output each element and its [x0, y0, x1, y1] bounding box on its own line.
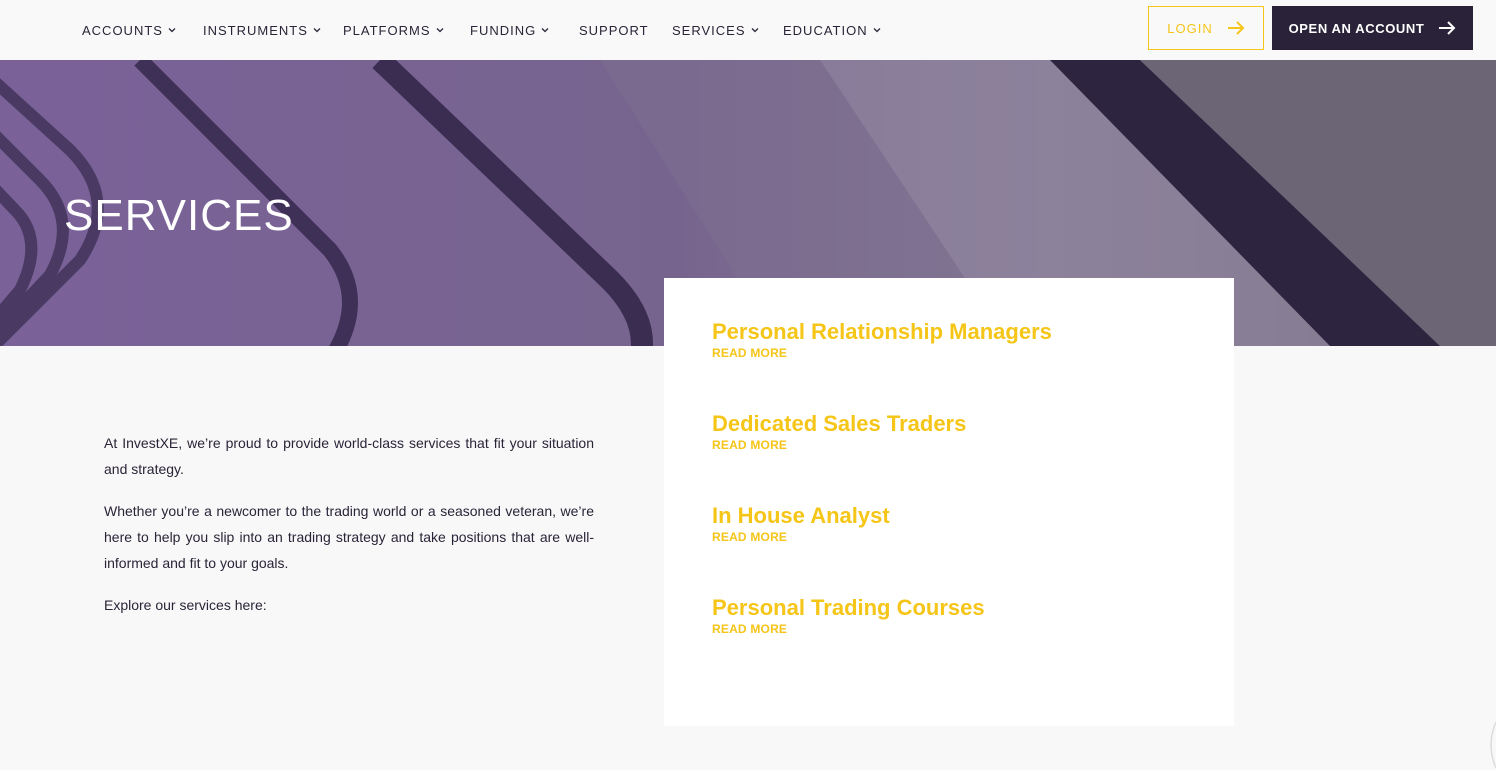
page-title: SERVICES — [64, 191, 294, 240]
service-title-link[interactable]: Personal Relationship Managers — [712, 318, 1052, 346]
read-more-link[interactable]: READ MORE — [712, 438, 966, 452]
service-title-link[interactable]: Dedicated Sales Traders — [712, 410, 966, 438]
nav-item-instruments[interactable]: INSTRUMENTS — [203, 21, 321, 39]
site-header: ACCOUNTS INSTRUMENTS PLATFORMS FUNDING S… — [0, 0, 1496, 60]
nav-item-support[interactable]: SUPPORT — [579, 21, 649, 39]
nav-item-funding[interactable]: FUNDING — [470, 21, 549, 39]
chevron-down-icon — [541, 26, 549, 34]
nav-item-platforms[interactable]: PLATFORMS — [343, 21, 444, 39]
intro-paragraph: Whether you’re a newcomer to the trading… — [104, 503, 594, 571]
open-account-button[interactable]: OPEN AN ACCOUNT — [1272, 6, 1473, 50]
chevron-down-icon — [313, 26, 321, 34]
services-card: Personal Relationship Managers READ MORE… — [664, 278, 1234, 726]
nav-item-label: SUPPORT — [579, 22, 649, 38]
arrow-right-icon — [1227, 21, 1245, 35]
nav-item-label: PLATFORMS — [343, 22, 431, 38]
service-item: Dedicated Sales Traders READ MORE — [712, 410, 966, 452]
nav-item-label: SERVICES — [672, 22, 746, 38]
open-account-label: OPEN AN ACCOUNT — [1288, 20, 1425, 36]
read-more-link[interactable]: READ MORE — [712, 530, 890, 544]
service-item: Personal Relationship Managers READ MORE — [712, 318, 1052, 360]
nav-item-accounts[interactable]: ACCOUNTS — [82, 21, 176, 39]
chevron-down-icon — [168, 26, 176, 34]
login-button[interactable]: LOGIN — [1148, 6, 1264, 50]
login-label: LOGIN — [1167, 20, 1213, 36]
chevron-down-icon — [873, 26, 881, 34]
service-item: Personal Trading Courses READ MORE — [712, 594, 985, 636]
nav-item-label: ACCOUNTS — [82, 22, 163, 38]
chevron-down-icon — [751, 26, 759, 34]
read-more-link[interactable]: READ MORE — [712, 622, 985, 636]
arrow-right-icon — [1438, 21, 1456, 35]
intro-paragraph: Explore our services here: — [104, 597, 267, 613]
service-item: In House Analyst READ MORE — [712, 502, 890, 544]
nav-item-services[interactable]: SERVICES — [672, 21, 759, 39]
chevron-down-icon — [436, 26, 444, 34]
nav-item-label: EDUCATION — [783, 22, 868, 38]
read-more-link[interactable]: READ MORE — [712, 346, 1052, 360]
nav-item-label: INSTRUMENTS — [203, 22, 308, 38]
service-title-link[interactable]: In House Analyst — [712, 502, 890, 530]
nav-item-label: FUNDING — [470, 22, 537, 38]
service-title-link[interactable]: Personal Trading Courses — [712, 594, 985, 622]
intro-paragraph: At InvestXE, we’re proud to provide worl… — [104, 435, 594, 477]
nav-item-education[interactable]: EDUCATION — [783, 21, 881, 39]
corner-decoration — [1484, 720, 1496, 770]
intro-text: At InvestXE, we’re proud to provide worl… — [104, 430, 594, 634]
